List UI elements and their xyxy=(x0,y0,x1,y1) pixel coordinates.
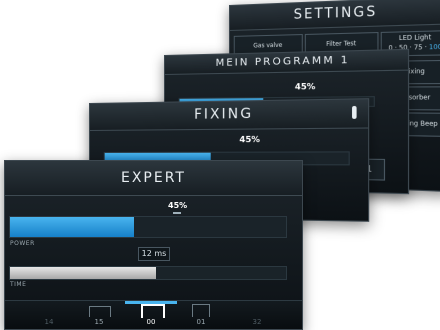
time-bar[interactable] xyxy=(9,266,287,280)
nav-item-00[interactable]: 00 xyxy=(139,318,163,326)
fixing-pin-icon xyxy=(352,105,357,119)
time-bar-fill xyxy=(10,267,157,279)
fixing-title: FIXING xyxy=(89,99,369,131)
nav-item-32[interactable]: 32 xyxy=(245,318,269,326)
nav-shape-15-icon xyxy=(89,306,111,317)
nav-shape-00-icon xyxy=(141,304,165,318)
nav-shape-01-icon xyxy=(192,304,210,317)
power-label: POWER xyxy=(10,240,35,247)
gas-valve-label: Gas valve xyxy=(253,41,283,50)
power-value: 45% xyxy=(168,201,188,210)
programm-percent: 45% xyxy=(294,81,316,92)
power-marker xyxy=(173,212,181,214)
power-bar[interactable] xyxy=(9,216,287,238)
led-light-selected: 100 xyxy=(428,43,440,52)
expert-screen: EXPERT 45% POWER 12 ms TIME 14 15 00 01 … xyxy=(4,160,303,330)
nav-item-15[interactable]: 15 xyxy=(87,318,111,326)
fixing-percent: 45% xyxy=(239,134,260,145)
programm-title: MEIN PROGRAMM 1 xyxy=(164,49,408,75)
nav-item-14[interactable]: 14 xyxy=(37,318,61,326)
expert-title: EXPERT xyxy=(5,161,302,196)
time-label: TIME xyxy=(10,281,27,288)
time-value: 12 ms xyxy=(138,247,170,261)
program-nav: 14 15 00 01 32 xyxy=(5,300,302,329)
nav-item-01[interactable]: 01 xyxy=(189,318,213,326)
settings-title: SETTINGS xyxy=(229,0,440,31)
filter-test-label: Filter Test xyxy=(326,39,357,49)
power-bar-fill xyxy=(10,217,135,237)
